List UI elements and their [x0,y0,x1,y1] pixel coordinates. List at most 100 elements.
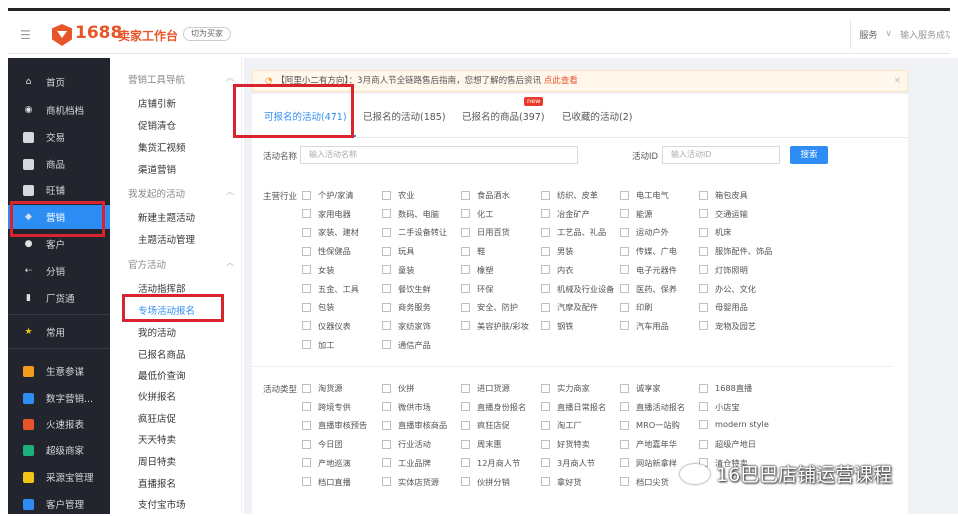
filter-checkbox[interactable]: 疯狂店促 [461,419,510,431]
submenu-item[interactable]: 新建主题活动 [138,210,195,224]
filter-checkbox[interactable]: 12月商人节 [461,457,520,469]
checkbox-icon[interactable] [541,246,550,256]
filter-checkbox[interactable]: 男装 [541,245,573,257]
switch-buyer-button[interactable]: 切为买家 [183,27,231,41]
submenu-group-my-activities[interactable]: 我发起的活动 ︿ [128,186,234,200]
checkbox-icon[interactable] [382,302,391,312]
checkbox-icon[interactable] [461,190,470,200]
checkbox-icon[interactable] [302,284,311,293]
submenu-item[interactable]: 集货汇视频 [138,140,186,154]
activity-name-input[interactable]: 输入活动名称 [300,146,578,164]
filter-checkbox[interactable]: 微供市场 [382,401,431,413]
checkbox-icon[interactable] [302,402,311,412]
filter-checkbox[interactable]: 实体店货源 [382,476,439,488]
filter-checkbox[interactable]: 伙拼分销 [461,476,510,488]
checkbox-icon[interactable] [699,284,708,293]
filter-checkbox[interactable]: 伙拼 [382,382,414,394]
filter-checkbox[interactable]: 印刷 [620,301,652,313]
filter-checkbox[interactable]: 食品酒水 [461,189,510,201]
submenu-item[interactable]: 促销清仓 [138,118,176,132]
nav-item-shop[interactable]: 旺铺 [8,178,110,202]
checkbox-icon[interactable] [461,477,470,486]
checkbox-icon[interactable] [461,383,470,393]
checkbox-icon[interactable] [382,340,391,350]
filter-checkbox[interactable]: 运动户外 [620,226,669,238]
filter-checkbox[interactable]: 二手设备转让 [382,226,447,238]
filter-checkbox[interactable]: 箱包皮具 [699,189,748,201]
filter-checkbox[interactable]: 直播活动报名 [620,401,685,413]
filter-checkbox[interactable]: 产地巡演 [302,457,351,469]
filter-checkbox[interactable]: 工业品牌 [382,457,431,469]
filter-checkbox[interactable]: 日用百货 [461,226,510,238]
filter-checkbox[interactable]: 3月商人节 [541,457,595,469]
checkbox-icon[interactable] [541,284,550,293]
filter-checkbox[interactable]: 橡塑 [461,264,493,276]
filter-checkbox[interactable]: 数码、电脑 [382,208,439,220]
filter-checkbox[interactable]: 内衣 [541,264,573,276]
filter-checkbox[interactable]: 通信产品 [382,339,431,351]
checkbox-icon[interactable] [620,246,629,256]
submenu-item[interactable]: 我的活动 [138,325,176,339]
filter-checkbox[interactable]: 档口尖货 [620,476,669,488]
filter-checkbox[interactable]: 拿好货 [541,476,582,488]
checkbox-icon[interactable] [382,265,391,275]
checkbox-icon[interactable] [302,477,311,486]
filter-checkbox[interactable]: 医药、保养 [620,283,677,295]
tab-signed-activities[interactable]: 已报名的活动(185) [363,109,446,123]
checkbox-icon[interactable] [620,458,629,468]
checkbox-icon[interactable] [541,383,550,393]
filter-checkbox[interactable]: 农业 [382,189,414,201]
service-search-input[interactable]: 输入服务成功 [900,28,950,41]
filter-checkbox[interactable]: 五金、工具 [302,283,359,295]
filter-checkbox[interactable]: 办公、文化 [699,283,756,295]
nav-item-crm[interactable]: 客户管理 [8,492,110,516]
checkbox-icon[interactable] [382,209,391,219]
checkbox-icon[interactable] [302,458,311,468]
checkbox-icon[interactable] [461,458,470,468]
close-icon[interactable]: × [894,71,901,91]
checkbox-icon[interactable] [620,284,629,293]
nav-item-home[interactable]: ⌂ 首页 [8,70,110,94]
filter-checkbox[interactable]: 机械及行业设备 [541,283,614,295]
submenu-group-official[interactable]: 官方活动 ︿ [128,257,234,271]
checkbox-icon[interactable] [382,246,391,256]
checkbox-icon[interactable] [461,284,470,293]
submenu-item[interactable]: 店铺引新 [138,96,176,110]
checkbox-icon[interactable] [382,383,391,393]
checkbox-icon[interactable] [620,227,629,237]
submenu-item[interactable]: 天天特卖 [138,432,176,446]
checkbox-icon[interactable] [620,190,629,200]
filter-checkbox[interactable]: 钢铁 [541,320,573,332]
filter-checkbox[interactable]: 鞋 [461,245,485,257]
checkbox-icon[interactable] [302,246,311,256]
filter-checkbox[interactable]: 实力商家 [541,382,590,394]
checkbox-icon[interactable] [302,209,311,219]
filter-checkbox[interactable]: 宠物及园艺 [699,320,756,332]
checkbox-icon[interactable] [302,227,311,237]
filter-checkbox[interactable]: 玩具 [382,245,414,257]
filter-checkbox[interactable]: 女装 [302,264,334,276]
checkbox-icon[interactable] [382,477,391,486]
activity-id-input[interactable]: 输入活动ID [662,146,780,164]
nav-item-business-advisor[interactable]: 生意参谋 [8,359,110,383]
checkbox-icon[interactable] [461,302,470,312]
submenu-item[interactable]: 已报名商品 [138,347,186,361]
nav-item-distribution[interactable]: ⇠ 分销 [8,259,110,283]
filter-checkbox[interactable]: 环保 [461,283,493,295]
filter-checkbox[interactable]: 进口货源 [461,382,510,394]
checkbox-icon[interactable] [699,246,708,256]
filter-checkbox[interactable]: 美容护肤/彩妆 [461,320,529,332]
checkbox-icon[interactable] [620,265,629,275]
filter-checkbox[interactable]: 跨境专供 [302,401,351,413]
nav-item-digital-marketing[interactable]: 数字营销... [8,386,110,410]
filter-checkbox[interactable]: 好货特卖 [541,438,590,450]
submenu-item[interactable]: 活动指挥部 [138,281,186,295]
checkbox-icon[interactable] [461,321,470,331]
filter-checkbox[interactable]: 汽摩及配件 [541,301,598,313]
tab-favorites[interactable]: 已收藏的活动(2) [562,109,632,123]
checkbox-icon[interactable] [461,265,470,275]
filter-checkbox[interactable]: 直播日常报名 [541,401,606,413]
filter-checkbox[interactable]: 加工 [302,339,334,351]
checkbox-icon[interactable] [699,265,708,275]
nav-item-opportunity[interactable]: ◉ 商机档档 [8,98,110,122]
